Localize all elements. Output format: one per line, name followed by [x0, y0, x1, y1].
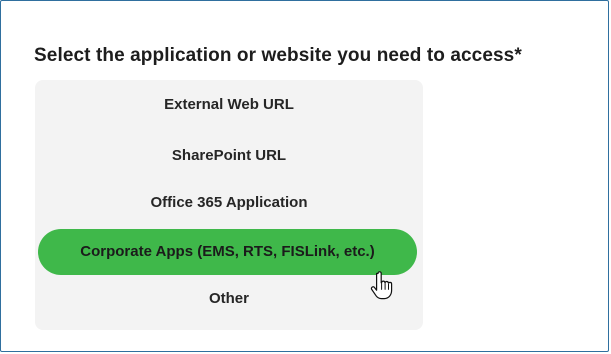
form-frame: Select the application or website you ne…	[0, 0, 609, 352]
option-corporate-apps[interactable]: Corporate Apps (EMS, RTS, FISLink, etc.)	[38, 229, 417, 275]
option-other[interactable]: Other	[35, 279, 423, 319]
option-sharepoint-url[interactable]: SharePoint URL	[35, 136, 423, 176]
options-list: External Web URL SharePoint URL Office 3…	[35, 80, 423, 330]
option-office-365-application[interactable]: Office 365 Application	[35, 183, 423, 223]
option-external-web-url[interactable]: External Web URL	[35, 85, 423, 125]
question-label: Select the application or website you ne…	[34, 45, 522, 66]
